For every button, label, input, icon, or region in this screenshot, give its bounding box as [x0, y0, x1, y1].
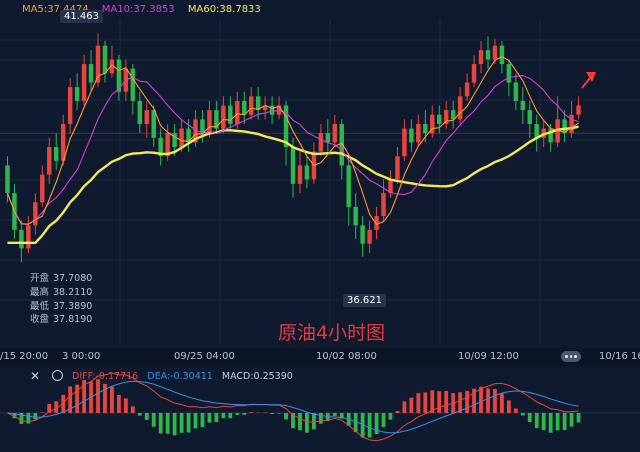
candle-body [144, 110, 149, 124]
time-label-6: 10/16 16 [599, 351, 640, 362]
diff-label: DIFF:-0.17716 [72, 371, 139, 382]
candle-body [248, 96, 254, 115]
candle-body [130, 68, 136, 101]
macd-label: MACD:0.25390 [221, 371, 293, 382]
candle-body [402, 128, 407, 157]
candle-body [297, 165, 303, 184]
high-label: 最高 [30, 286, 50, 298]
candle-body [318, 133, 324, 152]
candle-body [19, 229, 24, 249]
candle-body [74, 87, 80, 101]
time-label-2: 3 00:00 [62, 351, 101, 362]
candle-body [102, 45, 108, 74]
candle-body [506, 64, 512, 83]
candle-body [26, 225, 31, 249]
candle-body [54, 147, 59, 161]
candle-body [325, 133, 331, 143]
candle-body [416, 123, 421, 143]
candle-body [395, 156, 400, 180]
candle-body [569, 114, 574, 134]
candle-body [499, 45, 505, 65]
candle-body [520, 100, 526, 111]
time-label-5: 10/09 12:00 [458, 351, 519, 362]
candle-body [478, 50, 484, 65]
high-value: 38.2110 [53, 286, 93, 298]
close-icon[interactable]: ✕ [30, 369, 40, 383]
time-label-1: /15 20:00 [0, 351, 49, 362]
candle-body [290, 147, 296, 184]
low-price-label: 36.621 [343, 294, 386, 307]
candle-body [88, 64, 94, 83]
ma60-label: MA60:38.7833 [187, 4, 261, 15]
close-value: 37.8190 [53, 314, 93, 326]
candle-body [200, 119, 205, 134]
candle-body [33, 202, 38, 226]
candle-body [346, 165, 351, 207]
dea-label: DEA:-0.30411 [147, 371, 213, 382]
candle-body [485, 50, 491, 60]
candle-body [137, 100, 143, 124]
candle-body [221, 105, 226, 129]
candle-body [513, 82, 519, 101]
ohlc-panel: 开盘 37.7080 最高 38.2110 最低 37.3890 收盘 37.8190 [30, 272, 96, 327]
diff-line [7, 372, 579, 442]
candlestick-chart [0, 20, 640, 442]
candle-body [81, 64, 87, 101]
candle-body [5, 165, 10, 194]
more-options-button[interactable] [561, 351, 581, 362]
candle-body [339, 123, 344, 166]
low-value: 37.3890 [53, 300, 93, 312]
candle-body [269, 105, 275, 115]
candle-body [457, 96, 463, 120]
candle-body [367, 229, 372, 244]
open-label: 开盘 [30, 273, 50, 284]
candle-body [304, 165, 310, 180]
candle-body [179, 128, 184, 147]
open-value: 37.7080 [53, 273, 93, 284]
indicator-settings-icon[interactable] [52, 370, 63, 381]
candle-body [576, 105, 581, 115]
candle-body [47, 147, 52, 175]
candle-body [151, 110, 156, 138]
candle-body [67, 87, 73, 124]
up-arrow-shaft [581, 77, 591, 89]
candle-body [40, 174, 45, 203]
ma10-label: MA10:37.3853 [101, 4, 175, 15]
candle-body [207, 110, 212, 134]
candle-body [492, 45, 498, 60]
candle-body [471, 64, 477, 83]
time-label-3: 09/25 04:00 [174, 351, 235, 362]
candle-body [409, 128, 414, 143]
candle-body [332, 123, 338, 143]
macd-panel [0, 372, 640, 442]
chart-title: 原油4小时图 [278, 322, 386, 344]
candle-body [437, 114, 442, 124]
up-arrow-icon [581, 72, 596, 89]
candle-body [228, 105, 233, 124]
candle-body [235, 100, 240, 124]
candle-body [381, 193, 386, 217]
candle-body [464, 82, 470, 97]
candle-body [527, 110, 532, 124]
candle-body [353, 206, 358, 226]
macd-legend: DIFF:-0.17716 DEA:-0.30411 MACD:0.25390 [72, 371, 299, 382]
low-label: 最低 [30, 300, 50, 312]
candle-body [360, 225, 365, 244]
time-label-4: 10/02 08:00 [316, 351, 377, 362]
candle-body [423, 123, 428, 134]
close-label: 收盘 [30, 314, 50, 326]
high-price-label: 41.463 [60, 10, 103, 23]
candle-body [534, 123, 539, 138]
